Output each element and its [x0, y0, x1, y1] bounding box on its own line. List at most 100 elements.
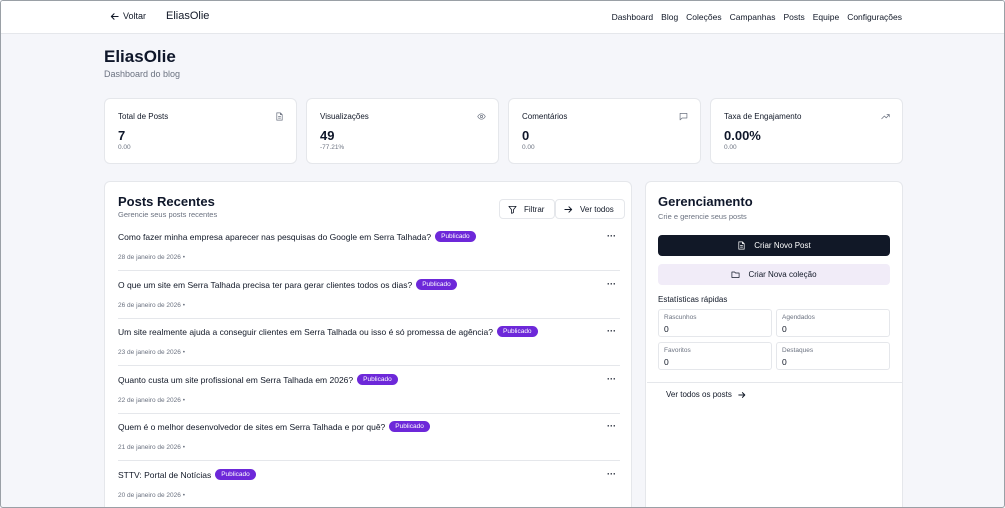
post-row[interactable]: STTV: Portal de Notícias Publicado 20 de… — [118, 461, 620, 507]
stat-value: 49 — [320, 128, 335, 143]
top-navbar: Voltar EliasOlie Dashboard Blog Coleções… — [1, 1, 1004, 34]
stat-label: Visualizações — [320, 112, 369, 121]
more-options-icon[interactable]: ··· — [607, 421, 616, 431]
status-badge: Publicado — [435, 231, 476, 242]
new-post-label: Criar Novo Post — [754, 241, 811, 250]
status-badge: Publicado — [389, 421, 430, 432]
post-title[interactable]: Um site realmente ajuda a conseguir clie… — [118, 327, 493, 337]
all-posts-link[interactable]: Ver todos os posts — [666, 390, 746, 399]
post-date: 23 de janeiro de 2026 • — [118, 349, 185, 356]
quick-stat-agendados: Agendados 0 — [776, 309, 890, 337]
post-title[interactable]: Quanto custa um site profissional em Ser… — [118, 375, 353, 385]
post-row[interactable]: Quanto custa um site profissional em Ser… — [118, 366, 620, 414]
post-title-wrap: Um site realmente ajuda a conseguir clie… — [118, 326, 538, 337]
arrow-right-icon — [738, 391, 746, 398]
status-badge: Publicado — [497, 326, 538, 337]
stat-card-engajamento: Taxa de Engajamento 0.00% 0.00 — [710, 98, 903, 164]
back-label: Voltar — [123, 11, 147, 21]
file-icon — [738, 241, 745, 250]
arrow-left-icon — [110, 12, 119, 20]
quick-stat-destaques: Destaques 0 — [776, 342, 890, 370]
quick-stat-favoritos: Favoritos 0 — [658, 342, 772, 370]
post-date: 28 de janeiro de 2026 • — [118, 254, 185, 261]
post-title[interactable]: Como fazer minha empresa aparecer nas pe… — [118, 232, 431, 242]
post-title-wrap: O que um site em Serra Talhada precisa t… — [118, 279, 457, 290]
post-row[interactable]: O que um site em Serra Talhada precisa t… — [118, 271, 620, 319]
nav-link-dashboard[interactable]: Dashboard — [612, 12, 654, 22]
stat-value: 0 — [522, 128, 530, 143]
post-date: 26 de janeiro de 2026 • — [118, 302, 185, 309]
post-title[interactable]: STTV: Portal de Notícias — [118, 470, 211, 480]
view-all-button[interactable]: Ver todos — [555, 199, 625, 219]
trending-up-icon — [881, 114, 890, 120]
stat-label: Total de Posts — [118, 112, 169, 121]
stat-card-comentarios: Comentários 0 0.00 — [508, 98, 701, 164]
new-collection-label: Criar Nova coleção — [748, 270, 817, 279]
stat-label: Taxa de Engajamento — [724, 112, 802, 121]
more-options-icon[interactable]: ··· — [607, 374, 616, 384]
post-date: 22 de janeiro de 2026 • — [118, 397, 185, 404]
all-posts-label: Ver todos os posts — [666, 390, 732, 399]
management-panel: Gerenciamento Crie e gerencie seus posts… — [645, 181, 903, 507]
arrow-right-icon — [564, 205, 573, 213]
eye-icon — [477, 113, 486, 120]
post-row[interactable]: Quem é o melhor desenvolvedor de sites e… — [118, 413, 620, 461]
stat-label: Comentários — [522, 112, 568, 121]
stat-value: 7 — [118, 128, 126, 143]
page-subtitle: Dashboard do blog — [104, 69, 181, 79]
brand-name: EliasOlie — [166, 10, 210, 22]
stat-change: 0.00 — [522, 144, 535, 151]
new-collection-button[interactable]: Criar Nova coleção — [658, 264, 890, 285]
nav-link-campanhas[interactable]: Campanhas — [730, 12, 776, 22]
divider — [647, 382, 903, 383]
stat-change: 0.00 — [118, 144, 131, 151]
more-options-icon[interactable]: ··· — [607, 279, 616, 289]
nav-link-configuracoes[interactable]: Configurações — [847, 12, 902, 22]
nav-link-equipe[interactable]: Equipe — [813, 12, 839, 22]
stat-change: -77.21% — [320, 144, 345, 151]
post-date: 20 de janeiro de 2026 • — [118, 492, 185, 499]
more-options-icon[interactable]: ··· — [607, 231, 616, 241]
quick-stat-value: 0 — [782, 357, 787, 367]
post-title-wrap: Quanto custa um site profissional em Ser… — [118, 374, 398, 385]
status-badge: Publicado — [357, 374, 398, 385]
post-row[interactable]: Como fazer minha empresa aparecer nas pe… — [118, 223, 620, 271]
quick-stat-label: Destaques — [782, 347, 814, 354]
main-nav: Dashboard Blog Coleções Campanhas Posts … — [612, 12, 902, 22]
nav-link-posts[interactable]: Posts — [783, 12, 804, 22]
folder-icon — [732, 271, 740, 278]
app-window: Voltar EliasOlie Dashboard Blog Coleções… — [0, 0, 1005, 508]
post-title[interactable]: O que um site em Serra Talhada precisa t… — [118, 280, 412, 290]
management-title: Gerenciamento — [658, 194, 753, 209]
quick-stat-label: Favoritos — [664, 347, 691, 354]
quick-stat-rascunhos: Rascunhos 0 — [658, 309, 772, 337]
quick-stat-value: 0 — [782, 324, 787, 334]
nav-link-blog[interactable]: Blog — [661, 12, 678, 22]
post-row[interactable]: Um site realmente ajuda a conseguir clie… — [118, 318, 620, 366]
stat-card-visualizacoes: Visualizações 49 -77.21% — [306, 98, 499, 164]
more-options-icon[interactable]: ··· — [607, 326, 616, 336]
new-post-button[interactable]: Criar Novo Post — [658, 235, 890, 256]
stat-card-total-posts: Total de Posts 7 0.00 — [104, 98, 297, 164]
file-icon — [276, 112, 283, 121]
filter-button[interactable]: Filtrar — [499, 199, 556, 219]
stat-change: 0.00 — [724, 144, 737, 151]
quick-stat-label: Rascunhos — [664, 314, 697, 321]
back-button[interactable]: Voltar — [110, 11, 146, 21]
status-badge: Publicado — [215, 469, 256, 480]
post-title-wrap: Quem é o melhor desenvolvedor de sites e… — [118, 421, 430, 432]
quick-stats-title: Estatísticas rápidas — [658, 295, 728, 304]
stat-value: 0.00% — [724, 128, 761, 143]
post-title-wrap: Como fazer minha empresa aparecer nas pe… — [118, 231, 476, 242]
recent-posts-panel: Posts Recentes Gerencie seus posts recen… — [104, 181, 632, 507]
quick-stat-value: 0 — [664, 324, 669, 334]
post-title-wrap: STTV: Portal de Notícias Publicado — [118, 469, 256, 480]
view-all-label: Ver todos — [580, 204, 614, 214]
more-options-icon[interactable]: ··· — [607, 469, 616, 479]
nav-link-colecoes[interactable]: Coleções — [686, 12, 721, 22]
page-title: EliasOlie — [104, 47, 176, 66]
post-title[interactable]: Quem é o melhor desenvolvedor de sites e… — [118, 422, 385, 432]
message-icon — [679, 112, 688, 121]
filter-label: Filtrar — [524, 204, 545, 214]
filter-icon — [508, 205, 517, 214]
